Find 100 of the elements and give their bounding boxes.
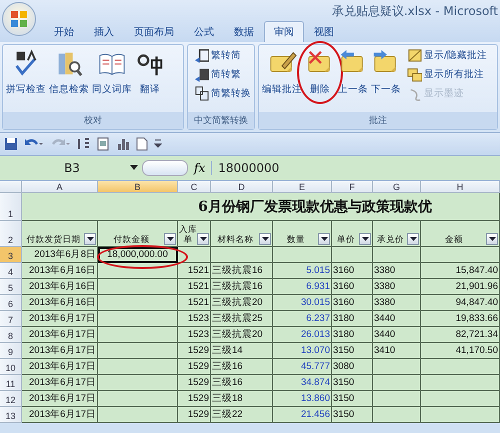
dropdown-arrow-icon[interactable]	[130, 165, 138, 171]
dropdown-arrow-icon	[410, 237, 416, 241]
name-box[interactable]: B3	[22, 161, 122, 175]
filter-button[interactable]	[84, 233, 96, 245]
ribbon-button[interactable]: 信息检索	[48, 47, 90, 98]
row-header[interactable]: 2	[0, 221, 22, 247]
table-cell: 15,847.40	[421, 263, 500, 279]
row-header[interactable]: 7	[0, 311, 22, 327]
row-header[interactable]: 8	[0, 327, 22, 343]
ribbon-button[interactable]: 上一条	[337, 47, 369, 98]
table-cell: 三级16	[211, 375, 273, 391]
ribbon-button[interactable]: 繁转简	[193, 47, 242, 64]
table-cell: 41,170.50	[421, 343, 500, 359]
table-cell: 3380	[373, 263, 421, 279]
table-cell: 3160	[332, 263, 373, 279]
header-cell: 数量	[273, 221, 332, 247]
column-header[interactable]: G	[373, 181, 421, 193]
row-header[interactable]: 12	[0, 391, 22, 407]
column-header[interactable]: D	[211, 181, 273, 193]
save-icon[interactable]	[4, 137, 18, 151]
table-cell: 3160	[332, 295, 373, 311]
resize-handle[interactable]	[142, 160, 188, 176]
office-button[interactable]	[2, 2, 36, 36]
table-cell: 30.015	[273, 295, 332, 311]
table-cell: 3440	[373, 311, 421, 327]
filter-button[interactable]	[197, 233, 209, 245]
ribbon-tab[interactable]: 审阅	[264, 21, 304, 42]
filter-button[interactable]	[318, 233, 330, 245]
table-cell: 2013年6月16日	[22, 295, 98, 311]
customize-menu-icon[interactable]	[154, 139, 162, 149]
form-icon[interactable]	[96, 137, 110, 151]
ribbon-button[interactable]: 同义词库	[91, 47, 133, 98]
sort-icon[interactable]	[76, 137, 90, 151]
row-header[interactable]: 3	[0, 247, 22, 263]
table-cell: 三级抗震16	[211, 263, 273, 279]
ribbon-tab[interactable]: 开始	[44, 21, 84, 42]
filter-button[interactable]	[259, 233, 271, 245]
header-cell: 单价	[332, 221, 373, 247]
table-cell: 19,833.66	[421, 311, 500, 327]
ribbon-button[interactable]: 显示所有批注	[406, 66, 485, 83]
table-cell: 45.777	[273, 359, 332, 375]
group-label: 批注	[259, 112, 497, 129]
table-cell: 3150	[332, 391, 373, 407]
chart-icon[interactable]	[116, 137, 130, 151]
filter-button[interactable]	[486, 233, 498, 245]
table-cell: 1529	[178, 359, 211, 375]
ribbon-tab[interactable]: 页面布局	[124, 21, 184, 42]
table-cell: 3410	[373, 343, 421, 359]
insert-function-button[interactable]: fx	[194, 161, 206, 175]
ribbon-button[interactable]: 简转繁	[193, 66, 242, 83]
column-header[interactable]: B	[98, 181, 178, 193]
row-header[interactable]: 5	[0, 279, 22, 295]
ribbon-button[interactable]: 显示/隐藏批注	[406, 47, 488, 64]
window-title: 承兑贴息疑议.xlsx - Microsoft	[332, 2, 498, 20]
row-header[interactable]: 10	[0, 359, 22, 375]
row-header[interactable]: 9	[0, 343, 22, 359]
empty-cell	[373, 391, 421, 407]
table-cell: 13.860	[273, 391, 332, 407]
column-header[interactable]: F	[332, 181, 373, 193]
ribbon-tab[interactable]: 插入	[84, 21, 124, 42]
ribbon-tab[interactable]: 数据	[224, 21, 264, 42]
dropdown-arrow-icon	[362, 237, 368, 241]
dropdown-arrow-icon	[86, 237, 94, 241]
ribbon-button[interactable]: 编辑批注	[261, 47, 303, 98]
column-header[interactable]: E	[273, 181, 332, 193]
sheet-title: 6月份钢厂发票现款优惠与政策现款优	[22, 193, 500, 221]
table-cell: 2013年6月17日	[22, 407, 98, 423]
ribbon-button[interactable]: 拼写检查	[5, 47, 47, 98]
column-header[interactable]: H	[421, 181, 500, 193]
ribbon-button[interactable]: 删除	[304, 47, 336, 98]
filter-button[interactable]	[164, 233, 176, 245]
character-icon	[194, 86, 209, 101]
column-header[interactable]: C	[178, 181, 211, 193]
table-cell: 3160	[332, 279, 373, 295]
ribbon-button[interactable]: 下一条	[370, 47, 402, 98]
table-cell: 82,721.34	[421, 327, 500, 343]
table-cell: 3180	[332, 311, 373, 327]
table-cell: 1529	[178, 343, 211, 359]
dropdown-arrow-icon	[320, 237, 328, 241]
table-cell: 3150	[332, 407, 373, 423]
column-header[interactable]: A	[22, 181, 98, 193]
table-cell: 1529	[178, 375, 211, 391]
table-cell[interactable]: 18,000,000.00	[98, 247, 178, 263]
table-cell: 三级14	[211, 343, 273, 359]
ribbon-tab[interactable]: 公式	[184, 21, 224, 42]
table-cell: 1529	[178, 407, 211, 423]
ribbon-button[interactable]: 翻译	[134, 47, 166, 98]
page-icon[interactable]	[136, 137, 148, 151]
row-header[interactable]: 13	[0, 407, 22, 423]
table-cell: 2013年6月17日	[22, 391, 98, 407]
filter-button[interactable]	[407, 233, 419, 245]
row-header[interactable]: 6	[0, 295, 22, 311]
filter-button[interactable]	[359, 233, 371, 245]
row-header[interactable]: 11	[0, 375, 22, 391]
ribbon-tab[interactable]: 视图	[304, 21, 344, 42]
formula-field[interactable]: 18000000	[211, 161, 500, 175]
ribbon-button[interactable]: 简繁转换	[193, 85, 252, 102]
row-header[interactable]: 4	[0, 263, 22, 279]
row-header[interactable]: 1	[0, 193, 22, 221]
table-cell: 2013年6月16日	[22, 263, 98, 279]
